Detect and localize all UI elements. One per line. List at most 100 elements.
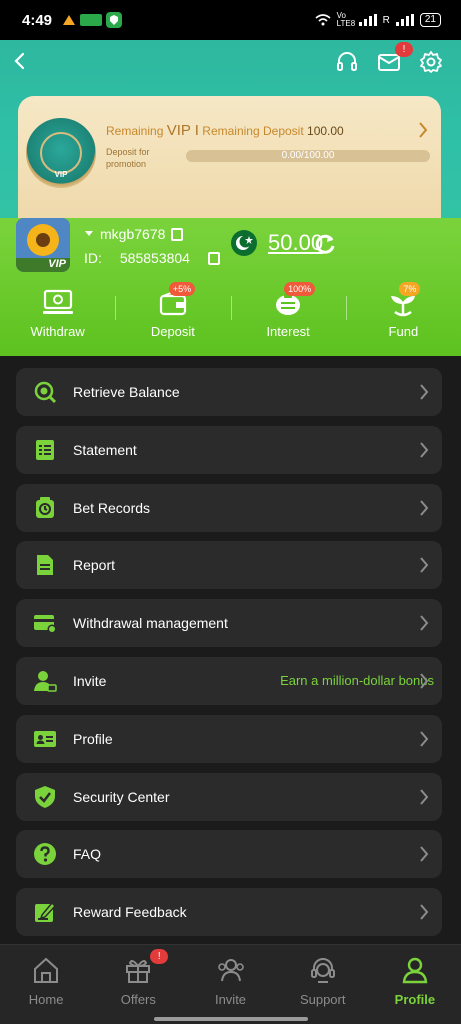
withdraw-icon <box>40 288 76 318</box>
nav-offers-label: Offers <box>120 992 156 1007</box>
vip-level: VIP I <box>166 122 199 139</box>
vip-progress-card[interactable]: VIP Remaining VIP I Remaining Deposit 10… <box>18 96 441 220</box>
menu-label: FAQ <box>73 846 102 863</box>
menu-label: Profile <box>73 730 113 747</box>
report-document-icon <box>37 555 53 576</box>
vip-medal-label: VIP <box>54 170 68 179</box>
menu-item-retrieve-balance[interactable]: Retrieve Balance <box>16 368 442 416</box>
status-notification-icons <box>62 12 123 28</box>
menu-item-reward-feedback[interactable]: Reward Feedback <box>16 888 442 937</box>
deposit-label: Deposit <box>150 324 195 339</box>
menu-item-invite[interactable]: Invite Earn a million-dollar bonus <box>16 656 442 705</box>
nav-invite[interactable]: Invite <box>184 945 276 1024</box>
vip-prefix: Remaining <box>106 124 167 138</box>
menu-item-security-center[interactable]: Security Center <box>16 772 442 821</box>
avatar[interactable]: VIP <box>16 218 70 272</box>
refresh-icon <box>315 234 335 254</box>
vip-medal-icon: VIP <box>26 118 96 188</box>
user-profile-icon <box>402 957 428 984</box>
menu-label: Reward Feedback <box>73 904 187 921</box>
vip-progress-text: 0.00/100.00 <box>281 150 335 161</box>
status-time: 4:49 <box>22 11 53 29</box>
chevron-right-icon <box>420 615 429 631</box>
copy-username-icon[interactable] <box>171 227 184 241</box>
gear-icon <box>420 51 442 73</box>
username-row: mkgb7678 <box>84 226 184 242</box>
bottom-nav: Home ! Offers Invite Support Profile <box>0 944 461 1024</box>
home-icon <box>34 957 59 983</box>
nav-home[interactable]: Home <box>0 945 92 1024</box>
vip-subtitle: Deposit for promotion <box>106 147 150 169</box>
menu-label: Invite <box>73 672 107 689</box>
interest-action[interactable]: 100% Interest <box>230 282 346 354</box>
invite-user-icon <box>34 670 57 692</box>
shield-app-icon <box>106 12 123 28</box>
support-headset-button[interactable] <box>335 50 359 74</box>
back-button[interactable] <box>10 50 30 74</box>
nav-invite-label: Invite <box>214 992 247 1007</box>
withdraw-action[interactable]: Withdraw <box>0 286 115 354</box>
user-id-label: ID: <box>84 250 102 266</box>
menu-item-statement[interactable]: Statement <box>16 425 442 474</box>
chevron-right-icon <box>420 673 429 689</box>
menu-item-withdrawal-management[interactable]: Withdrawal management <box>16 599 442 648</box>
wallet-icon: +5% <box>155 282 196 318</box>
edit-feedback-icon <box>35 902 57 923</box>
deposit-action[interactable]: +5% Deposit <box>115 282 230 354</box>
mail-button[interactable]: ! <box>377 42 413 74</box>
user-panel: VIP mkgb7678 ID: 585853804 50.00 Withdra… <box>0 218 461 356</box>
nav-home-label: Home <box>28 992 64 1007</box>
settings-button[interactable] <box>419 50 443 74</box>
chevron-right-icon <box>420 731 429 747</box>
invite-promo-text: Earn a million-dollar bonus <box>280 673 434 689</box>
roaming-label: R <box>382 14 390 26</box>
header-actions: ! <box>335 42 443 74</box>
nav-support[interactable]: Support <box>277 945 369 1024</box>
id-card-icon <box>34 730 56 747</box>
gift-icon <box>126 960 151 983</box>
vip-medal-ring <box>40 132 82 174</box>
profile-page: 4:49 Vo LTE8 R 21 ! VIP Remaining VIP I … <box>0 0 461 1024</box>
chevron-right-icon <box>420 442 429 458</box>
menu-item-report[interactable]: Report <box>16 541 442 590</box>
vip-chevron-icon <box>417 120 429 145</box>
fund-action[interactable]: 7% Fund <box>345 282 461 354</box>
nav-support-label: Support <box>299 992 346 1007</box>
shield-check-icon <box>35 785 55 808</box>
offers-badge: ! <box>150 949 169 964</box>
copy-id-icon[interactable] <box>207 251 220 265</box>
retrieve-balance-icon <box>34 381 57 404</box>
quick-actions: Withdraw +5% Deposit 100% Interest 7% Fu… <box>0 282 461 354</box>
interest-badge: 100% <box>284 282 316 296</box>
nav-profile-label: Profile <box>394 992 436 1007</box>
signal-icon <box>358 14 377 26</box>
withdraw-label: Withdraw <box>30 324 85 339</box>
menu-item-faq[interactable]: FAQ <box>16 830 442 879</box>
menu-item-bet-records[interactable]: Bet Records <box>16 483 442 532</box>
menu-label: Security Center <box>73 788 170 805</box>
battery-indicator: 21 <box>419 13 441 27</box>
menu-label: Retrieve Balance <box>73 384 180 400</box>
status-right-icons: Vo LTE8 R 21 <box>315 12 441 28</box>
fund-label: Fund <box>388 324 419 339</box>
card-settings-icon <box>34 615 57 634</box>
back-arrow-icon <box>14 52 25 70</box>
invite-people-icon <box>217 959 244 982</box>
refresh-balance-button[interactable] <box>313 232 337 256</box>
nav-profile[interactable]: Profile <box>369 945 461 1024</box>
nav-offers[interactable]: ! Offers <box>92 945 184 1024</box>
user-id-row: ID: 585853804 <box>84 250 220 266</box>
wifi-icon <box>315 14 331 26</box>
chevron-right-icon <box>420 557 429 574</box>
chevron-right-icon <box>420 846 429 863</box>
menu-label: Statement <box>73 441 137 458</box>
user-id-value: 585853804 <box>119 250 190 266</box>
app-notification-icon <box>80 14 103 26</box>
vip-deposit-label: Remaining Deposit <box>198 124 308 138</box>
chevron-right-icon <box>420 788 429 805</box>
chevron-right-icon <box>420 499 429 516</box>
fund-plant-icon: 7% <box>385 282 421 318</box>
chevron-right-icon <box>419 122 428 138</box>
menu-item-profile[interactable]: Profile <box>16 714 442 763</box>
menu-label: Withdrawal management <box>73 615 228 632</box>
